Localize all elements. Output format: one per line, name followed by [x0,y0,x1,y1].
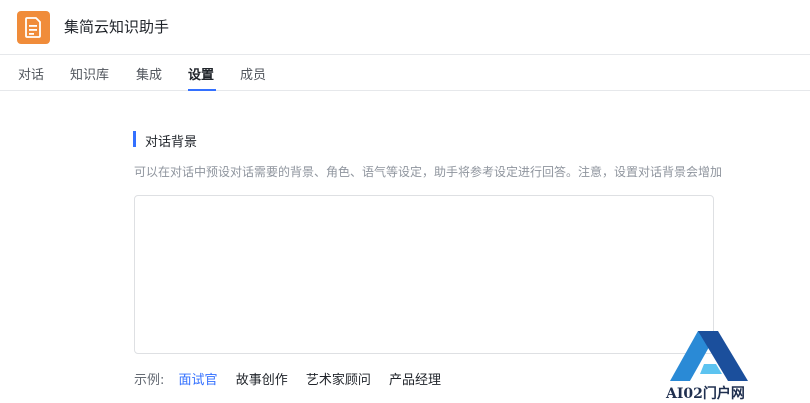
app-title: 集简云知识助手 [64,18,170,36]
tab-integration[interactable]: 集成 [136,64,162,83]
background-textarea[interactable] [134,195,714,354]
app-header: 集简云知识助手 [0,0,810,54]
tab-bar: 对话 知识库 集成 设置 成员 [0,54,810,91]
examples-row: 示例: 面试官 故事创作 艺术家顾问 产品经理 [134,369,455,388]
examples-label: 示例: [134,373,165,388]
watermark-text: AI02门户网 [666,386,745,402]
tab-settings[interactable]: 设置 [188,64,214,83]
example-story-writing[interactable]: 故事创作 [236,373,288,388]
document-icon [17,11,50,44]
example-product-manager[interactable]: 产品经理 [389,373,441,388]
section-description: 可以在对话中预设对话需要的背景、角色、语气等设定，助手将参考设定进行回答。注意，… [134,165,723,179]
tab-knowledge-base[interactable]: 知识库 [70,64,109,83]
active-tab-indicator [188,89,216,91]
example-art-advisor[interactable]: 艺术家顾问 [306,373,371,388]
tab-members[interactable]: 成员 [240,64,266,83]
section-accent-bar [133,131,136,147]
tab-chat[interactable]: 对话 [18,64,44,83]
example-interviewer[interactable]: 面试官 [179,373,218,388]
section-title: 对话背景 [145,135,198,150]
